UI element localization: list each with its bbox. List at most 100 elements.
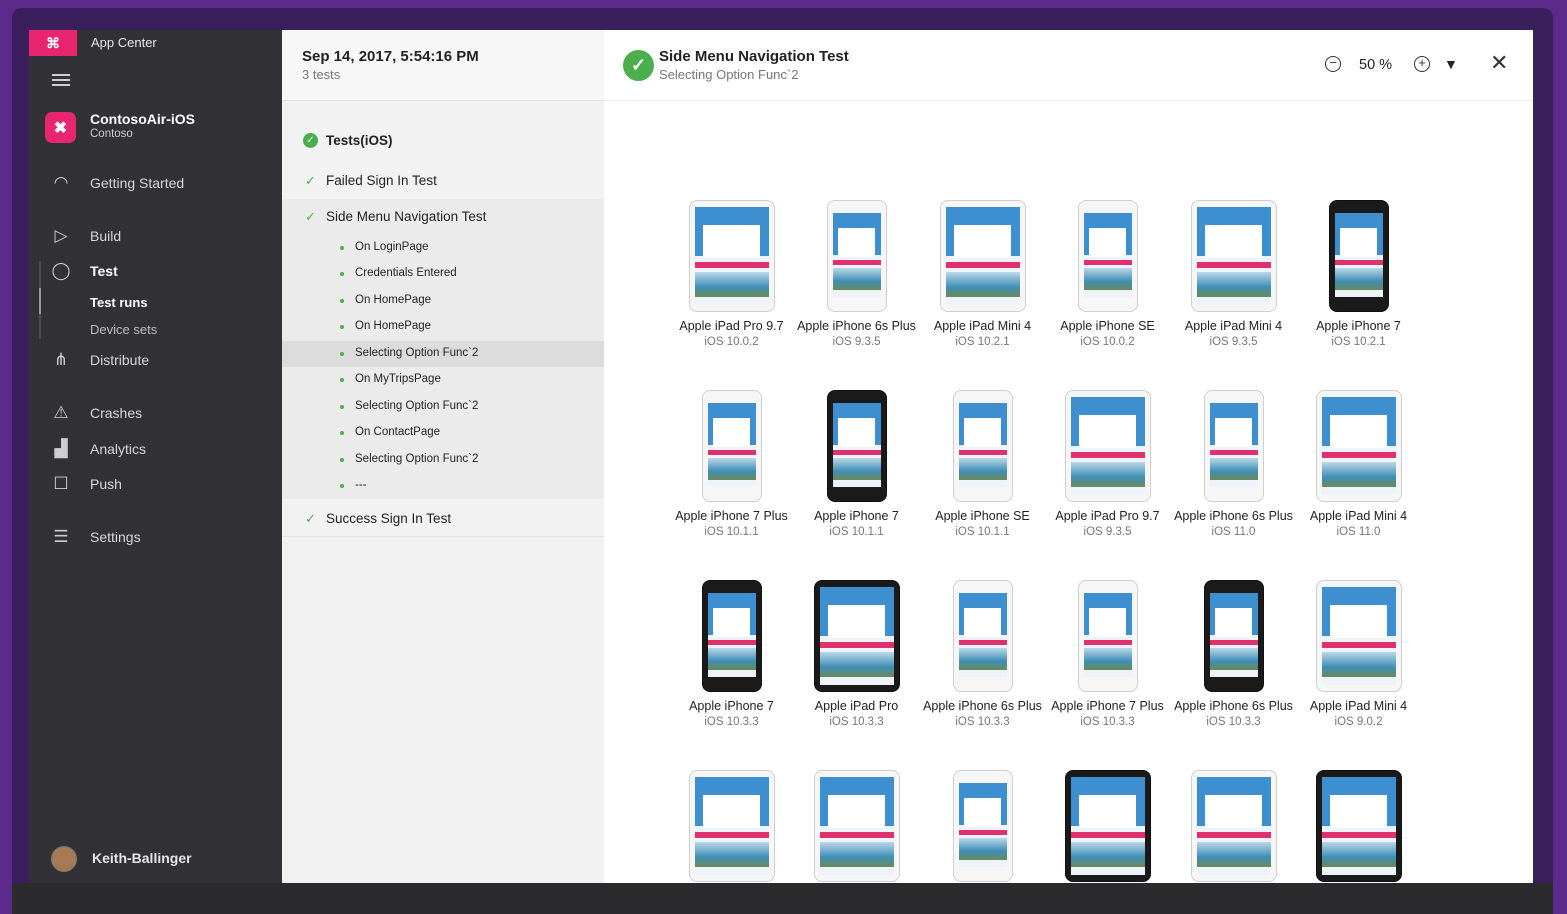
step-label: Selecting Option Func`2	[355, 347, 479, 359]
device-screenshot[interactable]	[939, 200, 1026, 312]
device-card[interactable]: Apple iPad Pro iOS 10.3.3	[794, 580, 919, 730]
device-name: Apple iPad Mini 4	[1309, 509, 1408, 523]
device-screenshot[interactable]	[1203, 580, 1264, 692]
bar-chart-icon: ▟	[54, 439, 68, 458]
app-switcher[interactable]: ✖ ContosoAir-iOS Contoso	[45, 110, 275, 144]
sidebar-subitem-device-sets[interactable]: Device sets	[90, 322, 157, 337]
app-screen-preview	[832, 403, 881, 487]
device-screenshot[interactable]	[1190, 200, 1277, 312]
device-card[interactable]: Apple iPhone SE	[920, 770, 1045, 883]
device-screenshot[interactable]	[1077, 200, 1138, 312]
device-card[interactable]: Apple iPad Mini	[1296, 770, 1421, 883]
screen-card	[1340, 228, 1377, 257]
sidebar-item-push[interactable]: ☐ Push	[29, 473, 282, 497]
sidebar-item-settings[interactable]: ☰ Settings	[29, 526, 282, 550]
device-screenshot[interactable]	[1064, 390, 1151, 502]
detail-title: Side Menu Navigation Test	[659, 48, 849, 65]
device-screenshot[interactable]	[813, 580, 900, 692]
test-row[interactable]: ✓ Side Menu Navigation Test	[282, 206, 604, 228]
device-os-version: iOS 9.3.5	[1083, 526, 1132, 538]
test-step-row[interactable]: On HomePage	[282, 291, 604, 311]
test-step-row[interactable]: On ContactPage	[282, 423, 604, 443]
test-step-row[interactable]: On MyTripsPage	[282, 370, 604, 390]
test-row[interactable]: ✓ Success Sign In Test	[282, 508, 604, 530]
device-card[interactable]: Apple iPhone 7 Plus iOS 10.3.3	[1045, 580, 1170, 730]
device-screenshot[interactable]	[1203, 390, 1264, 502]
device-os-version: iOS 10.0.2	[704, 336, 759, 348]
device-screenshot[interactable]	[1064, 770, 1151, 882]
test-step-row[interactable]: Selecting Option Func`2	[282, 450, 604, 470]
device-card[interactable]: Apple iPhone 6s Plus iOS 9.3.5	[794, 200, 919, 350]
test-step-row[interactable]: Credentials Entered	[282, 264, 604, 284]
device-card[interactable]: Apple iPhone SE iOS 10.1.1	[920, 390, 1045, 540]
device-screenshot[interactable]	[1315, 770, 1402, 882]
app-screen-preview	[1321, 587, 1396, 685]
sidebar-item-build[interactable]: ▷ Build	[29, 225, 282, 249]
step-dot-icon	[340, 484, 344, 488]
device-screenshot[interactable]	[701, 580, 762, 692]
sidebar-item-analytics[interactable]: ▟ Analytics	[29, 438, 282, 462]
device-card[interactable]: Apple iPad Mini 4 iOS 9.0.2	[1296, 580, 1421, 730]
test-root-row[interactable]: ✓ Tests(iOS)	[282, 130, 604, 152]
user-profile[interactable]: Keith-Ballinger	[51, 846, 271, 872]
device-screenshot[interactable]	[1077, 580, 1138, 692]
sidebar: ⌘ App Center ✖ ContosoAir-iOS Contoso ◠ …	[29, 30, 282, 883]
device-card[interactable]: Apple iPhone 7 iOS 10.2.1	[1296, 200, 1421, 350]
device-screenshot[interactable]	[826, 200, 887, 312]
device-screenshot[interactable]	[826, 390, 887, 502]
screen-sea	[958, 458, 1007, 481]
device-card[interactable]: Apple iPhone 6s Plus iOS 10.3.3	[1171, 580, 1296, 730]
device-screenshot[interactable]	[1190, 770, 1277, 882]
device-screenshot[interactable]	[813, 770, 900, 882]
device-card[interactable]: Apple iPhone 6s Plus iOS 11.0	[1171, 390, 1296, 540]
device-card[interactable]: Apple iPad Pro 9.7	[794, 770, 919, 883]
device-screenshot[interactable]	[701, 390, 762, 502]
sidebar-subitem-test-runs[interactable]: Test runs	[90, 295, 148, 310]
menu-icon[interactable]	[52, 74, 70, 88]
filter-icon[interactable]: ▼	[1444, 56, 1458, 72]
app-icon: ✖	[45, 112, 76, 143]
device-card[interactable]: Apple iPhone 7 Plus iOS 10.1.1	[669, 390, 794, 540]
test-row[interactable]: ✓ Failed Sign In Test	[282, 170, 604, 192]
device-screenshot[interactable]	[952, 390, 1013, 502]
device-card[interactable]: Apple iPad 9.7	[1171, 770, 1296, 883]
test-step-row-selected[interactable]: Selecting Option Func`2	[282, 344, 604, 364]
device-screenshot[interactable]	[688, 770, 775, 882]
device-card[interactable]: Apple iPad Pro 9.7 iOS 10.0.2	[669, 200, 794, 350]
sidebar-item-crashes[interactable]: ⚠ Crashes	[29, 402, 282, 426]
test-step-row[interactable]: ---	[282, 476, 604, 496]
sidebar-item-test[interactable]: ◯ Test	[29, 260, 282, 284]
device-card[interactable]: Apple iPad Mini 4	[669, 770, 794, 883]
device-screenshot[interactable]	[952, 580, 1013, 692]
device-card[interactable]: Apple iPhone 7 iOS 10.3.3	[669, 580, 794, 730]
test-step-row[interactable]: On HomePage	[282, 317, 604, 337]
step-label: On ContactPage	[355, 426, 441, 438]
device-card[interactable]: Apple iPad Mini 4 iOS 9.3.5	[1171, 200, 1296, 350]
test-step-row[interactable]: Selecting Option Func`2	[282, 397, 604, 417]
sidebar-item-getting-started[interactable]: ◠ Getting Started	[29, 172, 282, 196]
step-label: ---	[355, 479, 367, 491]
zoom-in-icon[interactable]: +	[1414, 56, 1430, 72]
screen-red	[694, 261, 769, 268]
device-screenshot[interactable]	[688, 200, 775, 312]
device-card[interactable]: Apple iPad Mini 4 iOS 11.0	[1296, 390, 1421, 540]
device-card[interactable]: Apple iPad Pro 9.7 iOS 9.3.5	[1045, 390, 1170, 540]
test-step-row[interactable]: On LoginPage	[282, 238, 604, 258]
device-card[interactable]: Apple iPad Mini 4 iOS 10.2.1	[920, 200, 1045, 350]
device-card[interactable]: Apple iPhone 7 iOS 10.1.1	[794, 390, 919, 540]
close-icon[interactable]: ✕	[1490, 52, 1508, 74]
device-card[interactable]: Apple iPad Air 2	[1045, 770, 1170, 883]
device-card[interactable]: Apple iPhone 6s Plus iOS 10.3.3	[920, 580, 1045, 730]
device-screenshot[interactable]	[1328, 200, 1389, 312]
screen-sea	[694, 841, 769, 868]
app-center-logo-icon[interactable]: ⌘	[29, 30, 77, 56]
device-screenshot[interactable]	[1315, 390, 1402, 502]
zoom-out-icon[interactable]: −	[1325, 56, 1341, 72]
device-screenshot[interactable]	[1315, 580, 1402, 692]
device-os-version: iOS 9.0.2	[1334, 716, 1383, 728]
test-list-panel: Sep 14, 2017, 5:54:16 PM 3 tests ✓ Tests…	[282, 30, 604, 883]
device-card[interactable]: Apple iPhone SE iOS 10.0.2	[1045, 200, 1170, 350]
screen-red	[707, 450, 756, 456]
sidebar-item-distribute[interactable]: ⋔ Distribute	[29, 349, 282, 373]
device-screenshot[interactable]	[952, 770, 1013, 882]
